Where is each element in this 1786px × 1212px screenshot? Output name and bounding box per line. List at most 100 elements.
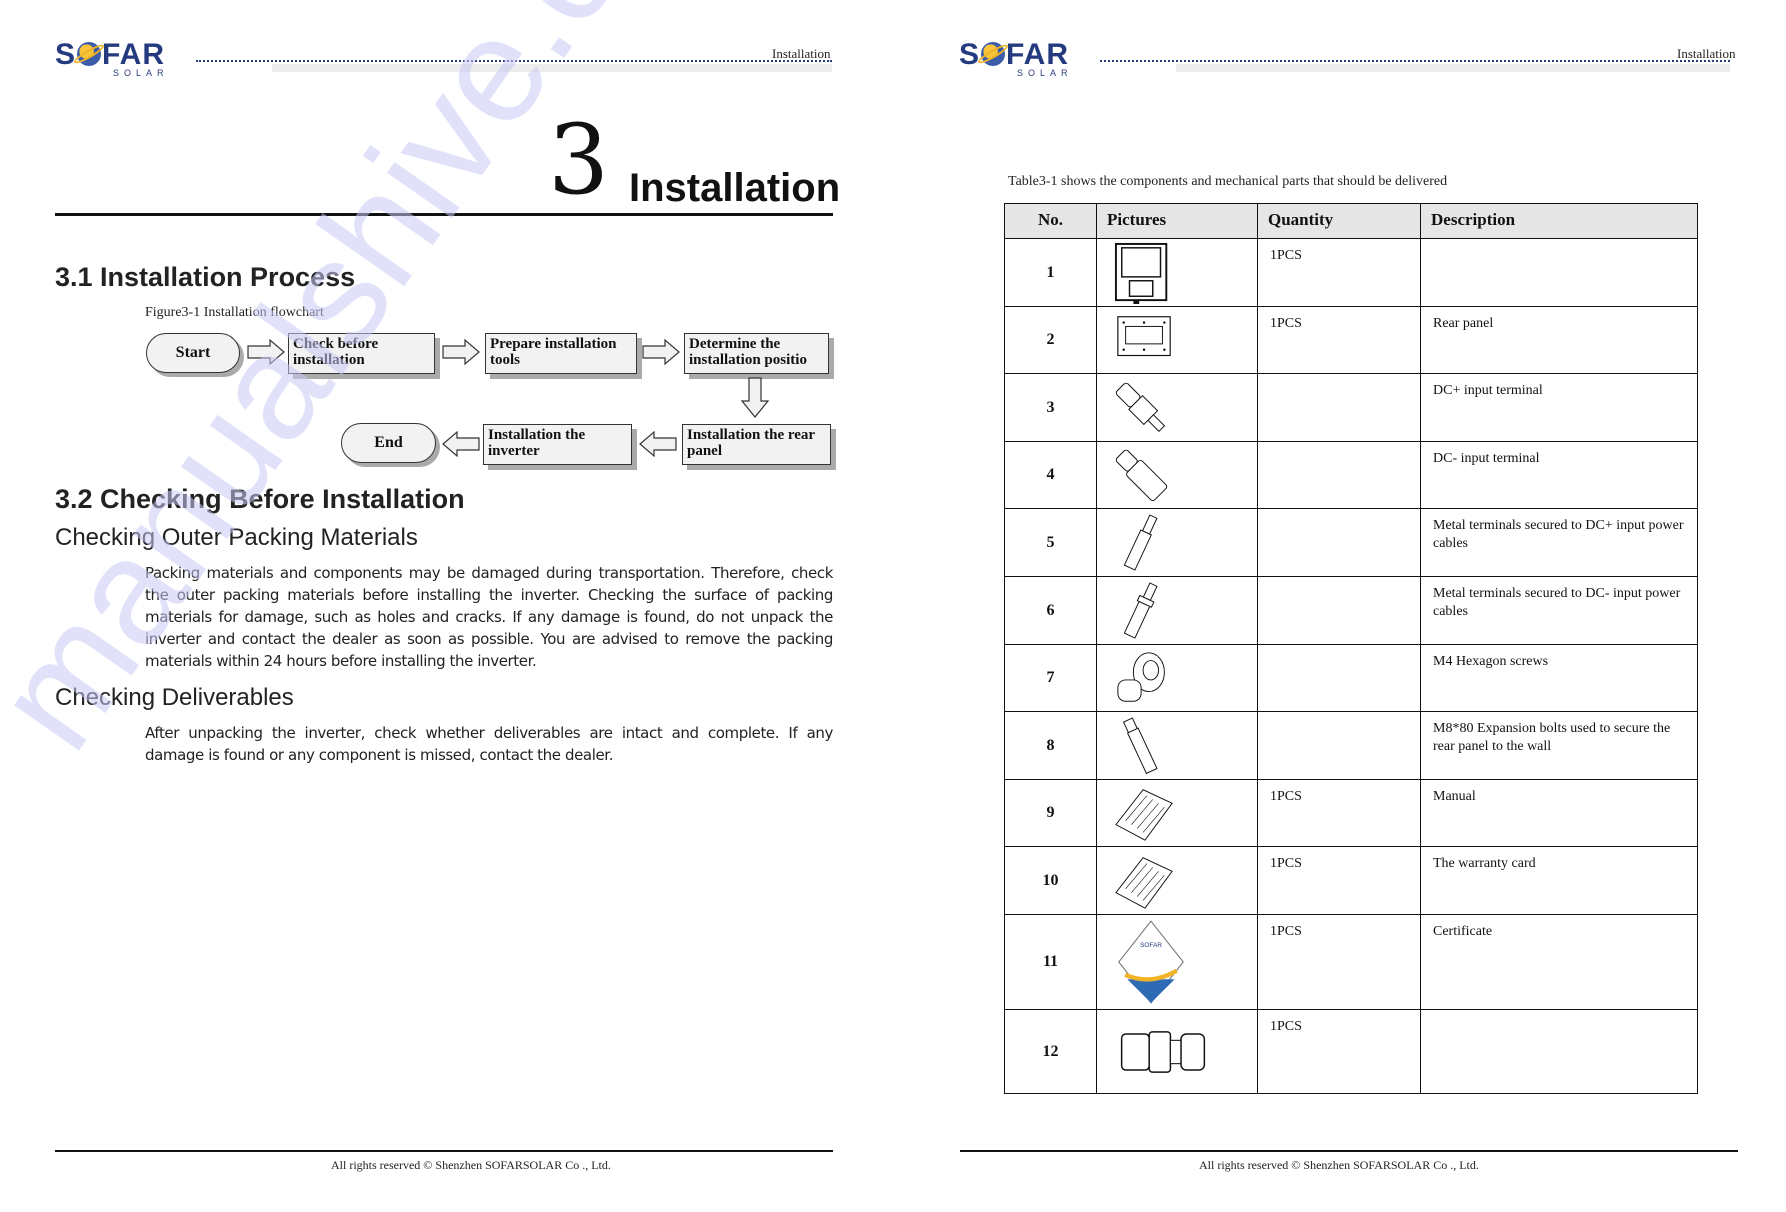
dc-minus-terminal-icon [1115, 449, 1168, 501]
cell-quantity: 1PCS [1257, 779, 1421, 847]
footer-rule [55, 1150, 833, 1152]
cell-description: Manual [1420, 779, 1698, 847]
sofar-logo: S FAR SOLAR [959, 38, 1099, 79]
column-header-no: No. [1004, 203, 1097, 239]
cell-quantity [1257, 711, 1421, 780]
cell-description: M8*80 Expansion bolts used to secure the… [1420, 711, 1698, 780]
flow-start: Start [146, 333, 240, 373]
cell-picture: SOFAR [1096, 914, 1258, 1010]
cell-quantity: 1PCS [1257, 914, 1421, 1010]
logo-tagline: SOLAR [113, 68, 169, 78]
cell-description: DC- input terminal [1420, 441, 1698, 509]
cell-description: Metal terminals secured to DC+ input pow… [1420, 508, 1698, 577]
warranty-card-icon [1115, 856, 1173, 909]
header-label: Installation [772, 46, 831, 61]
cell-no: 6 [1004, 576, 1097, 645]
flow-step-check: Check before installation [288, 333, 435, 374]
left-page: S FAR SOLAR Installation 3 Installation 3… [0, 0, 893, 1212]
table-row: 4 DC- input terminal [1004, 441, 1698, 509]
cell-picture [1096, 779, 1258, 847]
certificate-icon: SOFAR [1118, 920, 1184, 1004]
cell-quantity: 1PCS [1257, 306, 1421, 374]
flow-step-text: installation positio [689, 352, 807, 368]
cell-description: Metal terminals secured to DC- input pow… [1420, 576, 1698, 645]
paragraph-outer-packing: Packing materials and components may be … [145, 564, 833, 670]
footer-copyright: All rights reserved © Shenzhen SOFARSOLA… [1199, 1158, 1479, 1172]
table-row: 8 M8*80 Expansion bolts used to secure th… [1004, 711, 1698, 780]
arrow-right-icon [442, 338, 480, 366]
flow-step-text: Installation the [488, 427, 586, 443]
header-dotted-rule [1100, 60, 1730, 62]
flow-step-text: Determine the [689, 336, 781, 352]
table-row: 11 SOFAR 1PCS Certificate [1004, 914, 1698, 1010]
chapter-rule [55, 213, 833, 216]
chapter-title: Installation [629, 166, 841, 210]
cell-no: 3 [1004, 373, 1097, 442]
cell-description: Certificate [1420, 914, 1698, 1010]
expansion-bolt-icon [1122, 716, 1158, 774]
table-row: 10 1PCS The warranty card [1004, 846, 1698, 915]
figure-caption: Figure3-1 Installation flowchart [145, 305, 324, 320]
header-bar [1176, 64, 1730, 72]
globe-icon [77, 42, 102, 66]
cell-description: M4 Hexagon screws [1420, 644, 1698, 712]
flow-step-text: Installation the rear [687, 427, 816, 443]
svg-text:SOFAR: SOFAR [1140, 942, 1162, 949]
right-page: S FAR SOLAR Installation Table3-1 shows t… [893, 0, 1786, 1212]
cell-picture [1096, 441, 1258, 509]
cell-picture [1096, 238, 1258, 307]
cell-quantity [1257, 644, 1421, 712]
cell-quantity [1257, 576, 1421, 645]
arrow-left-icon [639, 430, 677, 458]
logo-wordmark: S FAR [55, 38, 166, 71]
arrow-left-icon [442, 430, 480, 458]
inverter-icon [1114, 242, 1168, 304]
section-heading-3-2: 3.2 Checking Before Installation [55, 484, 465, 514]
cell-picture [1096, 508, 1258, 577]
flow-step-text: inverter [488, 443, 540, 459]
subheading-outer-packing: Checking Outer Packing Materials [55, 524, 418, 551]
cell-no: 4 [1004, 441, 1097, 509]
footer-copyright: All rights reserved © Shenzhen SOFARSOLA… [331, 1158, 611, 1172]
cell-no: 11 [1004, 914, 1097, 1010]
flow-end: End [341, 423, 436, 463]
table-row: 9 1PCS Manual [1004, 779, 1698, 847]
flow-step-determine: Determine the installation positio [684, 333, 829, 374]
globe-icon [981, 42, 1006, 66]
cell-no: 10 [1004, 846, 1097, 915]
metal-terminal-plus-icon [1123, 513, 1158, 571]
subheading-deliverables: Checking Deliverables [55, 684, 294, 711]
arrow-right-icon [247, 338, 285, 366]
cell-picture [1096, 846, 1258, 915]
cell-no: 7 [1004, 644, 1097, 712]
logo-tagline: SOLAR [1017, 68, 1073, 78]
deliverables-table: No. Pictures Quantity Description 1 1PCS 2… [1004, 203, 1698, 1094]
table-row: 5 Metal terminals secured to DC+ input po… [1004, 508, 1698, 577]
table-row: 12 1PCS [1004, 1009, 1698, 1094]
flow-step-text: Prepare installation [490, 336, 617, 352]
table-caption: Table3-1 shows the components and mechan… [1008, 174, 1448, 189]
header-label: Installation [1677, 46, 1736, 61]
flow-step-prepare: Prepare installation tools [485, 333, 637, 374]
cell-quantity [1257, 373, 1421, 442]
dc-plus-terminal-icon [1115, 382, 1166, 432]
arrow-down-icon [740, 377, 770, 418]
cell-description [1420, 1009, 1698, 1094]
chapter-number: 3 [548, 104, 610, 216]
column-header-description: Description [1420, 203, 1698, 239]
cell-quantity [1257, 508, 1421, 577]
cell-picture [1096, 373, 1258, 442]
cell-no: 8 [1004, 711, 1097, 780]
logo-wordmark: S FAR [959, 38, 1070, 71]
header-bar [272, 64, 832, 72]
flow-step-text: tools [490, 352, 520, 368]
cell-picture [1096, 1009, 1258, 1094]
cell-description: DC+ input terminal [1420, 373, 1698, 442]
footer-rule [960, 1150, 1738, 1152]
table-row: 3 DC+ input terminal [1004, 373, 1698, 442]
cell-picture [1096, 644, 1258, 712]
cell-no: 5 [1004, 508, 1097, 577]
section-heading-3-1: 3.1 Installation Process [55, 262, 356, 292]
cell-picture [1096, 576, 1258, 645]
cell-description [1420, 238, 1698, 307]
